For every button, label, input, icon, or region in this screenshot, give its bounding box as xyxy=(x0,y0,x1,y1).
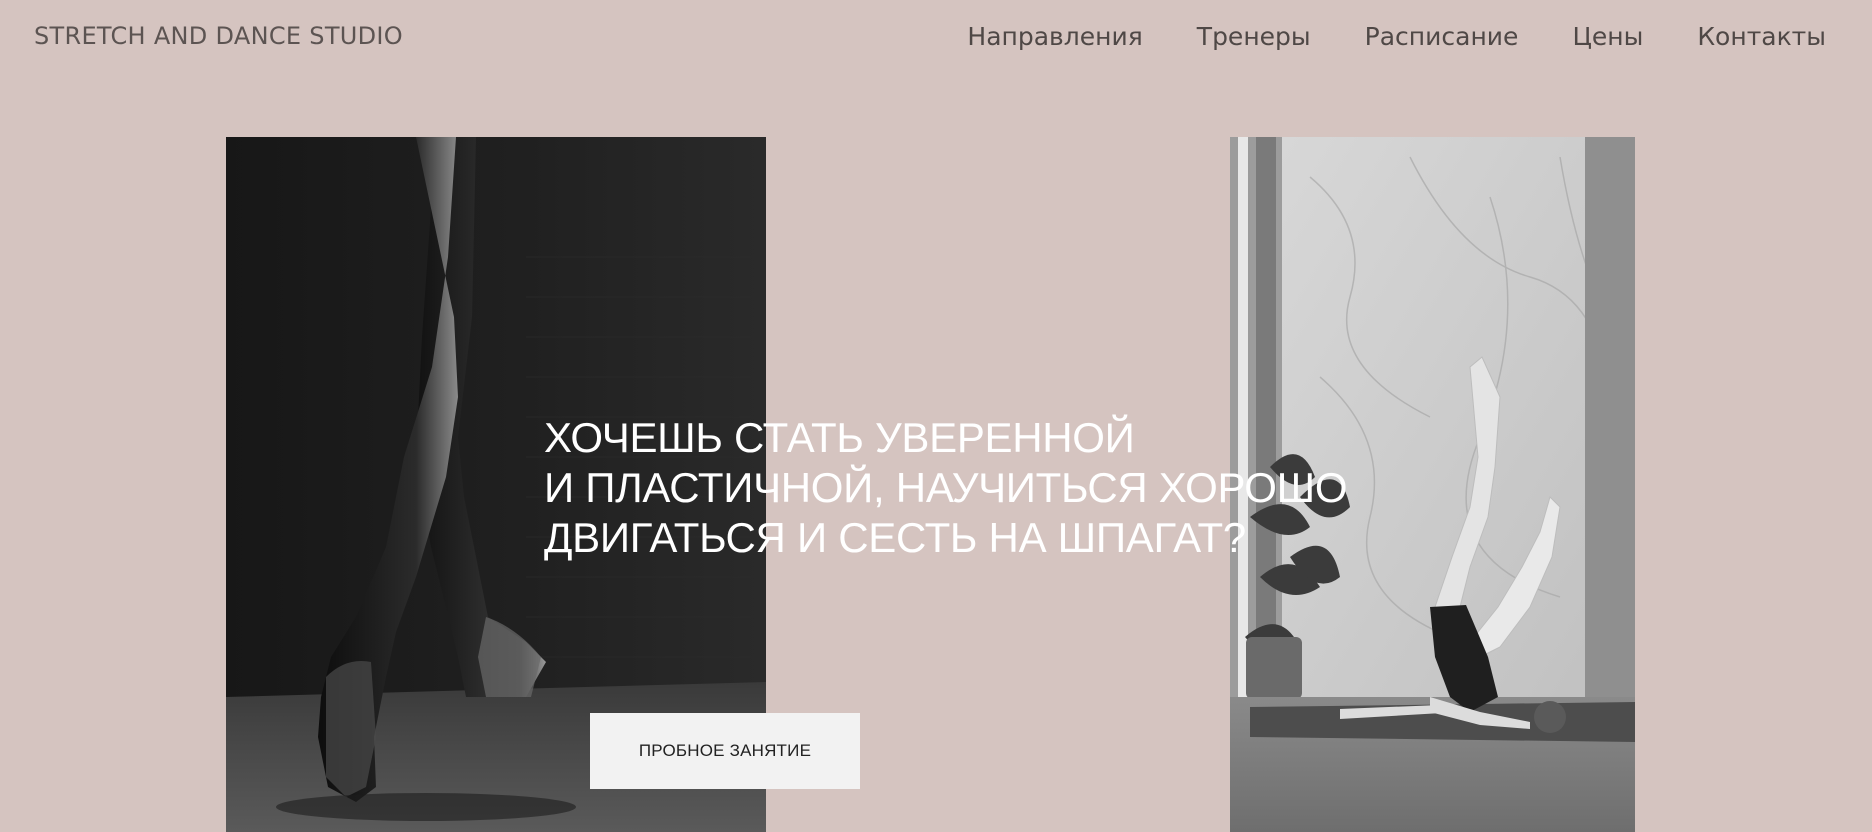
hero-title-line-1: ХОЧЕШЬ СТАТЬ УВЕРЕННОЙ xyxy=(544,414,1135,461)
hero-title-line-2: И ПЛАСТИЧНОЙ, НАУЧИТЬСЯ ХОРОШО xyxy=(544,464,1348,511)
hero-title-line-3: ДВИГАТЬСЯ И СЕСТЬ НА ШПАГАТ? xyxy=(544,514,1246,561)
nav-link-schedule[interactable]: Расписание xyxy=(1365,22,1519,51)
nav-link-prices[interactable]: Цены xyxy=(1572,22,1643,51)
trial-class-button[interactable]: ПРОБНОЕ ЗАНЯТИЕ xyxy=(590,713,860,789)
nav-link-contacts[interactable]: Контакты xyxy=(1697,22,1826,51)
nav-link-trainers[interactable]: Тренеры xyxy=(1197,22,1311,51)
hero-title: ХОЧЕШЬ СТАТЬ УВЕРЕННОЙ И ПЛАСТИЧНОЙ, НАУ… xyxy=(544,413,1348,563)
main-nav: Направления Тренеры Расписание Цены Конт… xyxy=(967,22,1826,51)
nav-link-directions[interactable]: Направления xyxy=(967,22,1142,51)
landing-page: STRETCH AND DANCE STUDIO Направления Тре… xyxy=(0,0,1872,832)
brand-logo-link[interactable]: STRETCH AND DANCE STUDIO xyxy=(34,22,403,50)
